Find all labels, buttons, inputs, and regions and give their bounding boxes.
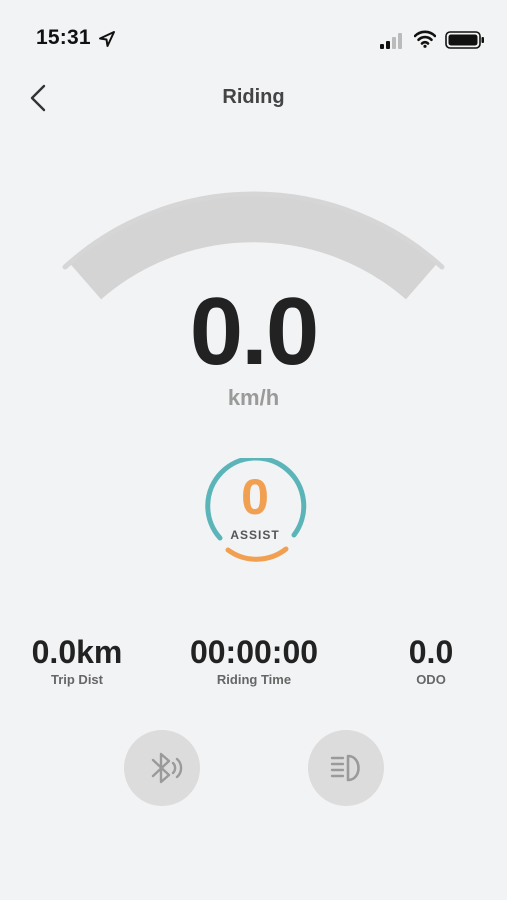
bluetooth-button[interactable] <box>124 730 200 806</box>
speed-unit: km/h <box>227 385 280 410</box>
assist-level-control[interactable]: 0 ASSIST <box>202 458 308 564</box>
wifi-icon <box>414 30 436 48</box>
bluetooth-icon <box>151 752 183 784</box>
odometer-value: 0.0 <box>408 634 454 670</box>
trip-distance-stat: 0.0km Trip Dist <box>17 634 137 687</box>
assist-level-value: 0 <box>241 469 269 525</box>
odometer-label: ODO <box>416 672 446 687</box>
status-time: 15:31 <box>36 26 91 49</box>
cellular-signal-icon <box>380 33 402 49</box>
location-arrow-icon <box>99 31 115 47</box>
assist-label: ASSIST <box>230 528 280 542</box>
speed-value: 0.0 <box>189 278 319 385</box>
page-title: Riding <box>222 86 285 108</box>
riding-time-stat: 00:00:00 Riding Time <box>164 634 344 687</box>
gauge-track <box>70 196 437 300</box>
trip-distance-label: Trip Dist <box>50 672 103 687</box>
riding-time-label: Riding Time <box>216 672 292 687</box>
riding-time-value: 00:00:00 <box>189 634 319 670</box>
odometer-stat: 0.0 ODO <box>381 634 481 687</box>
trip-distance-value: 0.0km <box>31 634 123 670</box>
battery-icon <box>445 31 484 49</box>
headlight-button[interactable] <box>308 730 384 806</box>
headlight-icon <box>330 754 360 782</box>
status-bar: 15:31 <box>0 0 507 80</box>
